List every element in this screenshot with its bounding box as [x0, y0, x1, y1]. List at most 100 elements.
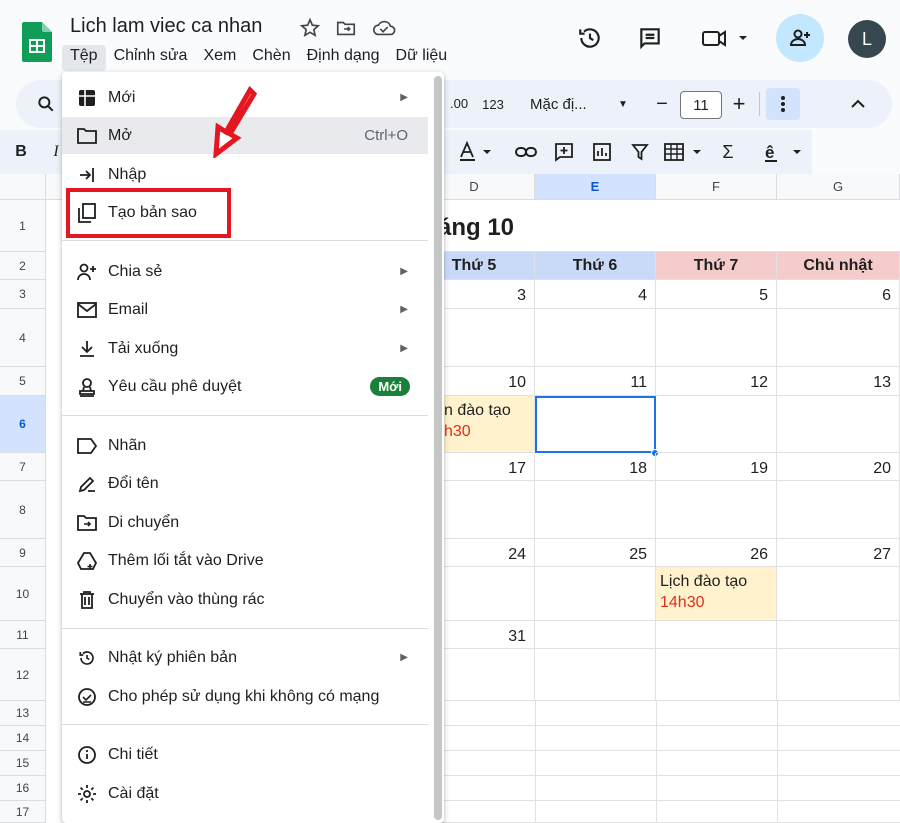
date-cell[interactable]: 12: [656, 367, 777, 396]
day-header-thu7[interactable]: Thứ 7: [656, 252, 777, 280]
row-header-17[interactable]: 17: [0, 801, 46, 823]
menu-item-download[interactable]: Tải xuống ▶: [62, 330, 428, 367]
menu-item-settings[interactable]: Cài đặt: [62, 775, 428, 812]
date-cell[interactable]: 11: [535, 367, 656, 396]
font-size-decrease-button[interactable]: −: [650, 92, 674, 116]
empty-row[interactable]: [414, 701, 900, 726]
menu-format[interactable]: Định dạng: [299, 45, 388, 71]
event-cell[interactable]: [656, 309, 777, 367]
date-cell[interactable]: 6: [777, 280, 900, 309]
event-cell[interactable]: Lịch đào tạo 14h30: [656, 567, 777, 621]
menu-data[interactable]: Dữ liệu: [388, 45, 456, 71]
row-header-7[interactable]: 7: [0, 453, 46, 481]
text-color-icon[interactable]: [456, 140, 494, 164]
star-icon[interactable]: [296, 14, 324, 42]
row-header-10[interactable]: 10: [0, 567, 46, 621]
column-header-e[interactable]: E: [535, 174, 656, 200]
empty-row[interactable]: [414, 776, 900, 801]
menu-item-move[interactable]: Di chuyển: [62, 504, 428, 541]
version-history-icon[interactable]: [570, 18, 610, 58]
row-header-11[interactable]: 11: [0, 621, 46, 649]
menu-item-share[interactable]: Chia sẻ ▶: [62, 253, 428, 290]
selected-cell[interactable]: [535, 396, 656, 453]
date-cell[interactable]: 25: [535, 539, 656, 567]
menu-item-labels[interactable]: Nhãn: [62, 427, 428, 464]
date-cell[interactable]: [535, 621, 656, 649]
decimal-increase-icon[interactable]: .00: [448, 94, 472, 114]
select-all-corner[interactable]: [0, 174, 46, 200]
date-cell[interactable]: 27: [777, 539, 900, 567]
share-icon[interactable]: [776, 14, 824, 62]
menu-edit[interactable]: Chỉnh sửa: [106, 45, 196, 71]
date-cell[interactable]: 26: [656, 539, 777, 567]
row-header-1[interactable]: 1: [0, 200, 46, 252]
menu-item-email[interactable]: Email ▶: [62, 291, 428, 328]
sheets-logo-icon[interactable]: [22, 22, 52, 62]
input-tools-icon[interactable]: ê: [762, 140, 806, 164]
menu-item-make-available-offline[interactable]: Cho phép sử dụng khi không có mạng: [62, 678, 428, 715]
cloud-saved-icon[interactable]: [370, 14, 398, 42]
move-folder-icon[interactable]: [332, 14, 360, 42]
row-header-15[interactable]: 15: [0, 751, 46, 776]
date-cell[interactable]: 4: [535, 280, 656, 309]
insert-comment-icon[interactable]: [552, 140, 576, 164]
search-menus-icon[interactable]: [34, 92, 58, 116]
font-size-increase-button[interactable]: +: [727, 91, 751, 116]
insert-link-icon[interactable]: [514, 140, 538, 164]
date-cell[interactable]: 20: [777, 453, 900, 481]
row-header-13[interactable]: 13: [0, 701, 46, 726]
event-cell[interactable]: [777, 396, 900, 453]
empty-row[interactable]: [414, 801, 900, 823]
menu-insert[interactable]: Chèn: [244, 45, 298, 71]
event-cell[interactable]: [777, 567, 900, 621]
menu-item-add-shortcut[interactable]: Thêm lối tắt vào Drive: [62, 542, 428, 579]
event-cell[interactable]: [535, 567, 656, 621]
event-cell[interactable]: [656, 396, 777, 453]
row-header-5[interactable]: 5: [0, 367, 46, 396]
event-cell[interactable]: [535, 649, 656, 701]
row-header-3[interactable]: 3: [0, 280, 46, 309]
empty-row[interactable]: [414, 751, 900, 776]
row-header-2[interactable]: 2: [0, 252, 46, 280]
row-header-16[interactable]: 16: [0, 776, 46, 801]
day-header-chu-nhat[interactable]: Chủ nhật: [777, 252, 900, 280]
date-cell[interactable]: 18: [535, 453, 656, 481]
more-options-icon[interactable]: [766, 88, 800, 120]
event-cell[interactable]: [777, 309, 900, 367]
date-cell[interactable]: 19: [656, 453, 777, 481]
font-select[interactable]: Mặc đị... ▼: [522, 90, 632, 118]
menu-view[interactable]: Xem: [195, 45, 244, 71]
empty-row[interactable]: [414, 726, 900, 751]
insert-chart-icon[interactable]: [590, 140, 614, 164]
row-header-12[interactable]: 12: [0, 649, 46, 701]
filter-views-icon[interactable]: [662, 140, 706, 164]
event-cell[interactable]: [656, 649, 777, 701]
event-cell[interactable]: [535, 309, 656, 367]
row-header-8[interactable]: 8: [0, 481, 46, 539]
menu-item-rename[interactable]: Đổi tên: [62, 465, 428, 502]
row-header-6[interactable]: 6: [0, 396, 46, 453]
functions-icon[interactable]: Σ: [716, 140, 740, 164]
date-cell[interactable]: 13: [777, 367, 900, 396]
row-header-14[interactable]: 14: [0, 726, 46, 751]
row-header-4[interactable]: 4: [0, 309, 46, 367]
event-cell[interactable]: [535, 481, 656, 539]
meet-icon[interactable]: [694, 18, 756, 58]
font-size-input[interactable]: 11: [680, 91, 722, 119]
menu-item-version-history[interactable]: Nhật ký phiên bản ▶: [62, 639, 428, 676]
date-cell[interactable]: [656, 621, 777, 649]
comments-icon[interactable]: [630, 18, 670, 58]
more-formats-button[interactable]: 123: [476, 94, 510, 114]
event-cell[interactable]: [777, 649, 900, 701]
date-cell[interactable]: [777, 621, 900, 649]
date-cell[interactable]: 5: [656, 280, 777, 309]
avatar[interactable]: L: [848, 20, 886, 58]
month-title-cell[interactable]: áng 10: [414, 200, 900, 252]
day-header-thu6[interactable]: Thứ 6: [535, 252, 656, 280]
event-cell[interactable]: [656, 481, 777, 539]
column-header-f[interactable]: F: [656, 174, 777, 200]
event-cell[interactable]: [777, 481, 900, 539]
bold-button[interactable]: B: [10, 140, 32, 164]
menu-file[interactable]: Tệp: [62, 45, 106, 71]
menu-item-move-to-trash[interactable]: Chuyển vào thùng rác: [62, 581, 428, 618]
